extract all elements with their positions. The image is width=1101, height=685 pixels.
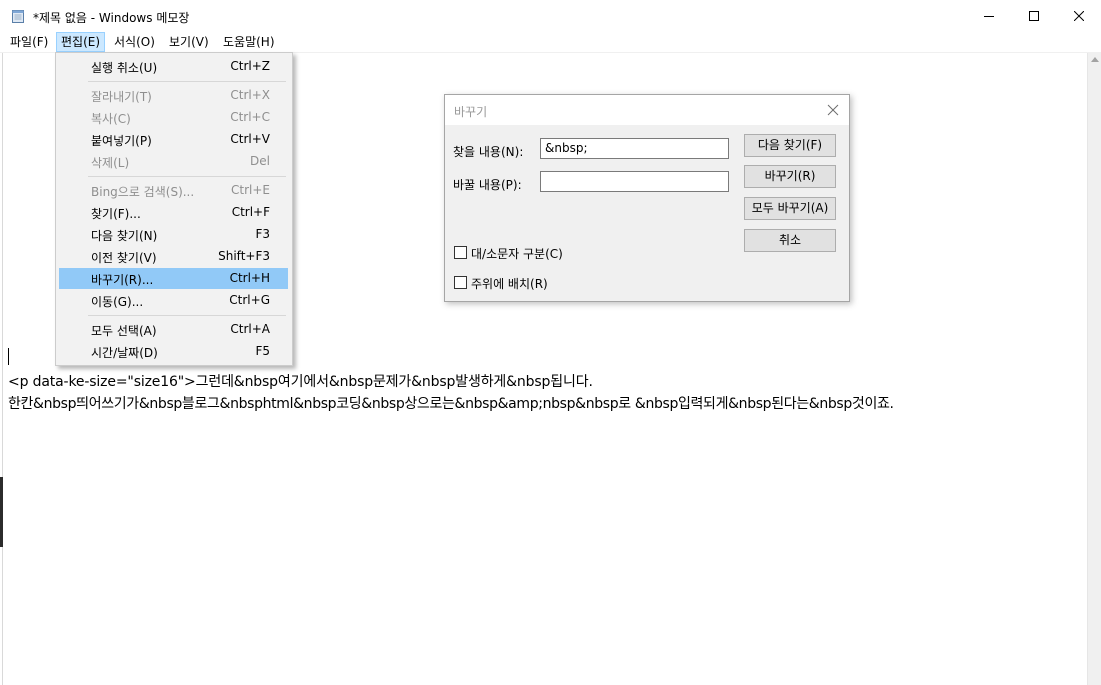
menu-item-replace[interactable]: 바꾸기(R)... Ctrl+H: [59, 268, 288, 289]
menu-item-label: 복사(C): [91, 112, 131, 126]
menu-separator: [88, 176, 286, 177]
match-case-label[interactable]: 대/소문자 구분(C): [471, 245, 563, 262]
menu-item-shortcut: Ctrl+F: [231, 205, 270, 219]
menu-item-label: 이전 찾기(V): [91, 251, 157, 265]
replace-with-input[interactable]: [540, 171, 729, 192]
menu-item-label: 실행 취소(U): [91, 61, 158, 75]
close-icon: [1074, 11, 1084, 21]
dialog-title: 바꾸기: [454, 105, 488, 119]
menu-item-time-date[interactable]: 시간/날짜(D) F5: [59, 341, 288, 362]
menu-item-label: 시간/날짜(D): [91, 346, 158, 360]
text-caret: [8, 348, 9, 365]
menu-item-label: 붙여넣기(P): [91, 134, 152, 148]
menu-item-find-previous[interactable]: 이전 찾기(V) Shift+F3: [59, 246, 288, 267]
menu-item-copy[interactable]: 복사(C) Ctrl+C: [59, 107, 288, 128]
vertical-scrollbar[interactable]: [1087, 53, 1101, 685]
menu-item-shortcut: Ctrl+C: [230, 110, 270, 124]
menu-help[interactable]: 도움말(H): [219, 33, 279, 51]
menu-item-label: 삭제(L): [91, 156, 130, 170]
scroll-up-arrow-icon[interactable]: [1091, 57, 1099, 62]
menu-item-search-bing[interactable]: Bing으로 검색(S)... Ctrl+E: [59, 180, 288, 201]
menu-item-shortcut: Ctrl+H: [229, 271, 270, 285]
notepad-icon: [12, 10, 24, 23]
window-title: *제목 없음 - Windows 메모장: [33, 11, 190, 25]
menu-item-cut[interactable]: 잘라내기(T) Ctrl+X: [59, 85, 288, 106]
menu-item-shortcut: Ctrl+V: [230, 132, 270, 146]
title-bar[interactable]: *제목 없음 - Windows 메모장: [0, 0, 1101, 32]
replace-all-button[interactable]: 모두 바꾸기(A): [744, 197, 836, 220]
menu-item-find[interactable]: 찾기(F)... Ctrl+F: [59, 202, 288, 223]
menu-item-shortcut: Ctrl+X: [230, 88, 270, 102]
menu-item-label: 잘라내기(T): [91, 90, 152, 104]
menu-item-shortcut: F5: [255, 344, 270, 358]
menu-separator: [88, 81, 286, 82]
menu-item-delete[interactable]: 삭제(L) Del: [59, 151, 288, 172]
edit-dropdown-menu: 실행 취소(U) Ctrl+Z 잘라내기(T) Ctrl+X 복사(C) Ctr…: [55, 52, 293, 366]
menu-item-goto[interactable]: 이동(G)... Ctrl+G: [59, 290, 288, 311]
replace-dialog: 바꾸기 찾을 내용(N): &nbsp; 바꿀 내용(P): 다음 찾기(F) …: [444, 94, 850, 302]
editor-line[interactable]: 한칸&nbsp띄어쓰기가&nbsp블로그&nbsphtml&nbsp코딩&nbs…: [8, 393, 894, 413]
menu-edit[interactable]: 편집(E): [56, 32, 106, 52]
menu-item-label: 모두 선택(A): [91, 324, 157, 338]
menu-item-shortcut: Ctrl+A: [230, 322, 270, 336]
find-what-input[interactable]: &nbsp;: [540, 138, 729, 159]
wrap-around-label[interactable]: 주위에 배치(R): [471, 275, 548, 292]
cancel-button[interactable]: 취소: [744, 229, 836, 252]
menu-item-shortcut: Ctrl+E: [231, 183, 270, 197]
menu-item-label: 바꾸기(R)...: [91, 273, 154, 287]
menu-file[interactable]: 파일(F): [6, 33, 52, 51]
menu-item-shortcut: Ctrl+G: [229, 293, 270, 307]
minimize-icon: [984, 16, 994, 17]
minimize-button[interactable]: [966, 0, 1012, 32]
menu-view[interactable]: 보기(V): [165, 33, 213, 51]
menu-item-shortcut: Ctrl+Z: [230, 59, 270, 73]
replace-button[interactable]: 바꾸기(R): [744, 165, 836, 188]
find-what-label: 찾을 내용(N):: [453, 145, 524, 159]
menu-item-undo[interactable]: 실행 취소(U) Ctrl+Z: [59, 56, 288, 77]
menu-format[interactable]: 서식(O): [110, 33, 159, 51]
menu-item-label: Bing으로 검색(S)...: [91, 185, 195, 199]
wrap-around-checkbox[interactable]: [454, 276, 467, 289]
close-icon[interactable]: [826, 103, 840, 117]
menu-item-paste[interactable]: 붙여넣기(P) Ctrl+V: [59, 129, 288, 150]
maximize-icon: [1029, 11, 1039, 21]
menu-item-label: 다음 찾기(N): [91, 229, 158, 243]
dialog-title-bar[interactable]: 바꾸기: [445, 95, 849, 125]
menu-item-label: 찾기(F)...: [91, 207, 141, 221]
close-button[interactable]: [1056, 0, 1101, 32]
menu-item-shortcut: Del: [250, 154, 270, 168]
menu-item-shortcut: Shift+F3: [218, 249, 270, 263]
editor-line[interactable]: <p data-ke-size="size16">그런데&nbsp여기에서&nb…: [8, 371, 593, 391]
find-next-button[interactable]: 다음 찾기(F): [744, 134, 836, 157]
match-case-checkbox[interactable]: [454, 246, 467, 259]
menu-item-find-next[interactable]: 다음 찾기(N) F3: [59, 224, 288, 245]
replace-with-label: 바꿀 내용(P):: [453, 178, 522, 192]
background-window-edge: [0, 477, 3, 547]
menu-separator: [88, 315, 286, 316]
menu-item-select-all[interactable]: 모두 선택(A) Ctrl+A: [59, 319, 288, 340]
menu-bar: 파일(F) 편집(E) 서식(O) 보기(V) 도움말(H): [0, 32, 1101, 53]
maximize-button[interactable]: [1011, 0, 1057, 32]
menu-item-shortcut: F3: [255, 227, 270, 241]
menu-item-label: 이동(G)...: [91, 295, 144, 309]
